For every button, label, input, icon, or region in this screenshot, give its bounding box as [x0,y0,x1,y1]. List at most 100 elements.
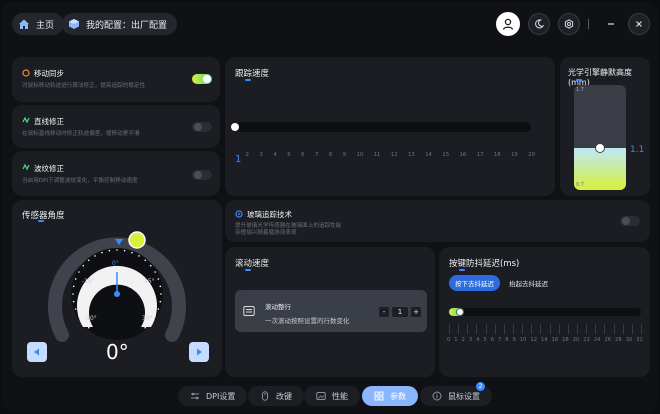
notification-badge: 2 [476,382,485,391]
debounce-tick-line [503,324,505,334]
lod-min-label: 0.7 [576,182,584,188]
angle-increase-button[interactable] [189,342,209,362]
debounce-tick-line [577,324,578,334]
title-accent [245,79,251,81]
ripple-toggle[interactable] [192,170,212,180]
angle-label-0: 0° [112,260,119,267]
ripple-card: 波纹修正 当启用DPI下调整波纹变化，平衡控制移动速度 [12,151,220,196]
debounce-tick-line [586,324,588,334]
debounce-tick-line [485,324,487,334]
tracking-speed-tick: 17 [476,152,484,158]
settings-button[interactable] [558,13,580,35]
dial-dot [72,293,74,295]
debounce-tick: 18 [562,337,569,343]
debounce-thumb[interactable] [456,308,464,316]
glass-title: 玻璃追踪技术 [247,210,292,219]
close-button[interactable] [628,13,650,35]
tab-press-debounce[interactable]: 按下去抖延迟 [449,275,500,291]
close-icon [636,21,642,27]
angle-decrease-button[interactable] [27,342,47,362]
dial-dot [157,308,160,310]
dial-dot [138,255,140,257]
tracking-speed-tick: 4 [273,152,277,158]
info-icon [432,391,442,401]
lod-thumb[interactable] [595,143,605,153]
tracking-speed-card: 跟踪速度 1 2 3 4 5 6 7 8 9 10 11 12 13 14 15 16 17 18 19 20 [225,57,555,196]
tracking-speed-tick: 10 [356,152,364,158]
debounce-track[interactable] [449,308,641,316]
tracking-speed-tick: 19 [511,152,518,158]
scroll-plus-button[interactable]: + [411,307,421,317]
lod-slider[interactable]: 1.7 0.7 [574,85,626,190]
minimize-icon [608,23,614,25]
cube-icon [69,19,79,29]
debounce-tick-line [631,324,633,334]
tab-dpi[interactable]: DPI设置 [178,386,248,406]
debounce-tick-line [494,324,496,334]
scroll-line-panel: 滚动整行 一次滚动按照设置的行数变化 - 1 + [235,290,427,332]
debounce-tick-line [567,324,569,334]
tab-params[interactable]: 参数 [362,386,418,406]
dial-dot [101,251,103,254]
debounce-tick-line [467,324,469,334]
angle-label-m30: -30° [84,315,97,322]
dial-dot [74,278,77,280]
sliders-icon [191,392,199,400]
lod-value: 1.1 [630,145,645,155]
user-icon [502,18,514,30]
debounce-tick-line [604,324,606,334]
dial-dot [82,264,85,267]
debounce-tick-line [513,324,514,334]
grid-icon [374,391,384,401]
tracking-speed-track[interactable] [235,122,531,132]
config-selector[interactable]: 我的配置：出厂配置 [62,13,178,35]
debounce-tick-line [613,324,615,334]
minimize-button[interactable] [600,13,622,35]
ripple-icon [22,163,30,171]
debounce-tick: 2 [461,337,465,343]
debounce-tick-line [622,324,624,334]
glass-icon [235,210,243,218]
avatar[interactable] [496,12,520,36]
tab-params-label: 参数 [390,391,406,401]
angle-dial[interactable] [47,225,187,345]
debounce-tick-lines [449,324,642,334]
tracking-speed-tick: 18 [493,152,501,158]
debounce-card: 按键防抖延迟(ms) 按下去抖延迟 抬起去抖延迟 0 1 2 3 4 5 6 7 8 9 10 12 1… [439,247,650,377]
theme-button[interactable] [528,13,550,35]
scroll-minus-button[interactable]: - [379,307,389,317]
tracking-speed-tick: 16 [459,152,467,158]
tracking-speed-tick: 5 [287,152,291,158]
tab-release-debounce[interactable]: 抬起去抖延迟 [503,275,554,291]
debounce-tick: 14 [540,337,548,343]
angle-label-m15: -15° [82,278,95,285]
home-button[interactable]: 主页 [12,13,65,35]
tracking-speed-tick: 12 [390,152,398,158]
mobile-sync-title: 移动同步 [34,69,64,78]
home-icon [19,19,29,29]
mouse-icon [262,391,268,401]
debounce-tick-line [540,324,542,334]
tab-keys[interactable]: 改键 [248,386,304,406]
config-label: 我的配置：出厂配置 [86,20,168,31]
scroll-value-input[interactable]: 1 [392,307,408,317]
angle-value: 0° [106,340,129,364]
dial-dot [87,259,90,262]
straight-line-toggle[interactable] [192,122,212,132]
title-accent [459,269,465,271]
glass-toggle[interactable] [620,216,640,226]
mobile-sync-toggle[interactable] [192,74,212,84]
dial-dot [94,255,96,257]
scroll-inner-desc: 一次滚动按照设置的行数变化 [265,317,350,325]
debounce-tick: 26 [604,337,612,343]
debounce-tick: 10 [519,337,527,343]
dial-dot [131,251,133,254]
debounce-tick-line [449,324,450,334]
lod-max-label: 1.7 [576,87,584,93]
tab-performance[interactable]: 性能 [304,386,360,406]
tracking-speed-ticks: 2 3 4 5 6 7 8 9 10 11 12 13 14 15 16 17 18 19 20 [235,152,535,158]
tracking-speed-tick: 14 [425,152,432,158]
straight-line-card: 直线修正 在鼠标直线移动时修正轨迹偏差，使移动更平滑 [12,105,220,148]
tracking-speed-thumb[interactable] [231,123,239,131]
debounce-tick: 4 [476,337,480,343]
